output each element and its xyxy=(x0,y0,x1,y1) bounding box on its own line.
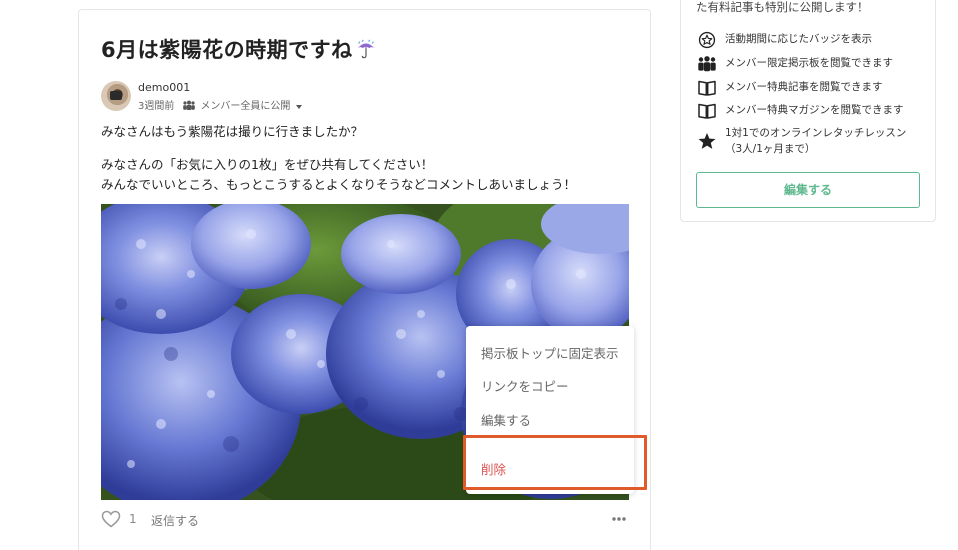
benefit-item: 活動期間に応じたバッジを表示 xyxy=(697,31,872,49)
menu-item-copy-link[interactable]: リンクをコピー xyxy=(481,376,569,395)
reply-button[interactable]: 返信する xyxy=(151,512,199,529)
book-icon xyxy=(698,103,716,119)
avatar[interactable] xyxy=(101,81,131,111)
badge-star-icon xyxy=(698,31,716,49)
highlight-annotation-box xyxy=(463,435,647,490)
menu-item-edit[interactable]: 編集する xyxy=(481,410,531,429)
post-meta: 3週間前 メンバー全員に公開 xyxy=(138,97,303,112)
benefit-label: メンバー限定掲示板を閲覧できます xyxy=(725,57,893,69)
benefit-item: 1対1でのオンラインレタッチレッスン （3人/1ヶ月まで） xyxy=(697,125,906,157)
post-footer: 1 返信する xyxy=(101,510,631,530)
post-body-line: みなさんはもう紫陽花は撮りに行きましたか？ xyxy=(101,124,364,139)
members-icon xyxy=(698,56,716,72)
more-dots-icon[interactable] xyxy=(611,516,627,522)
post-title-text: 6月は紫陽花の時期ですね xyxy=(101,38,353,62)
star-icon xyxy=(698,133,716,149)
edit-button[interactable]: 編集する xyxy=(696,172,920,208)
chevron-down-icon xyxy=(296,105,303,109)
like-count: 1 xyxy=(129,512,137,526)
post-body-line: みなさんの「お気に入りの1枚」をぜひ共有してください！ xyxy=(101,157,434,172)
benefit-label: 1対1でのオンラインレタッチレッスン xyxy=(725,127,907,139)
post-body: みなさんはもう紫陽花は撮りに行きましたか？ みなさんの「お気に入りの1枚」をぜひ… xyxy=(101,122,641,195)
group-icon xyxy=(183,100,196,110)
benefit-label: メンバー特典マガジンを閲覧できます xyxy=(725,104,904,116)
benefit-item: メンバー特典記事を閲覧できます xyxy=(697,79,883,97)
visibility-label: メンバー全員に公開 xyxy=(200,101,291,112)
benefit-label: メンバー特典記事を閲覧できます xyxy=(725,81,883,93)
menu-item-pin-to-top[interactable]: 掲示板トップに固定表示 xyxy=(481,343,619,362)
time-ago: 3週間前 xyxy=(138,101,175,112)
membership-benefits-card: た有料記事も特別に公開します！ 活動期間に応じたバッジを表示 メンバー限定掲示板… xyxy=(680,0,936,222)
heart-icon[interactable] xyxy=(101,510,121,528)
benefit-label: 活動期間に応じたバッジを表示 xyxy=(725,33,872,45)
post-body-line: みんなでいいところ、もっとこうするとよくなりそうなどコメントしあいましょう！ xyxy=(101,177,577,192)
visibility-dropdown[interactable]: メンバー全員に公開 xyxy=(200,97,303,112)
benefit-item: メンバー特典マガジンを閲覧できます xyxy=(697,102,904,120)
umbrella-rain-icon xyxy=(357,39,374,59)
benefit-sublabel: （3人/1ヶ月まで） xyxy=(725,143,816,155)
author-name[interactable]: demo001 xyxy=(138,81,190,94)
author-row: demo001 3週間前 メンバー全員に公開 xyxy=(101,81,501,112)
sidebar-top-text: た有料記事も特別に公開します！ xyxy=(696,0,869,14)
post-title: 6月は紫陽花の時期ですね xyxy=(101,34,377,64)
benefit-item: メンバー限定掲示板を閲覧できます xyxy=(697,55,893,73)
book-icon xyxy=(698,80,716,96)
